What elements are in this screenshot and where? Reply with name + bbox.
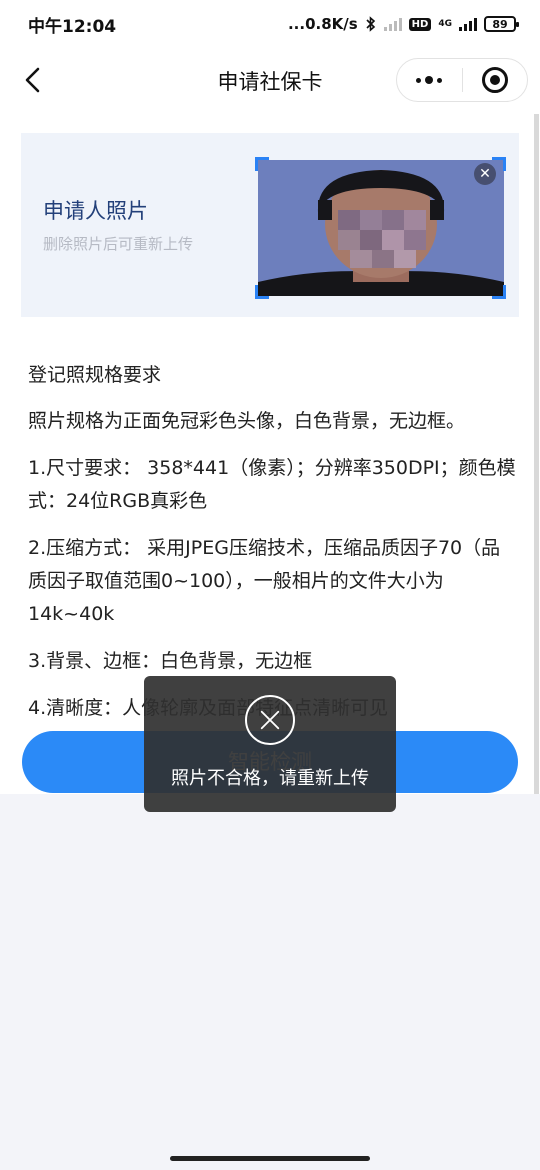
status-bar: 中午12:04 ...0.8K/s HD 4G 89 xyxy=(0,0,540,48)
applicant-photo[interactable] xyxy=(258,160,504,296)
status-time: 中午12:04 xyxy=(28,16,117,37)
close-icon: ✕ xyxy=(479,166,491,182)
bluetooth-icon xyxy=(366,16,375,32)
frame-corner-tl xyxy=(255,157,269,171)
photo-portrait xyxy=(258,160,504,296)
frame-corner-bl xyxy=(255,285,269,299)
toast-message: 照片不合格，请重新上传 xyxy=(171,768,369,789)
scrollbar[interactable] xyxy=(534,114,539,794)
home-indicator[interactable] xyxy=(170,1156,370,1161)
status-right: ...0.8K/s HD 4G 89 xyxy=(287,15,519,33)
photo-hint: 删除照片后可重新上传 xyxy=(43,235,194,253)
target-circle-icon xyxy=(481,67,508,93)
close-circle-icon xyxy=(245,695,295,745)
spec-item: 1.尺寸要求： 358*441（像素）；分辨率350DPI；颜色模式：24位RG… xyxy=(28,457,516,512)
wifi-signal-icon xyxy=(383,17,402,31)
hd-badge: HD xyxy=(408,17,432,31)
network-type: 4G xyxy=(438,18,452,29)
battery-level: 89 xyxy=(492,17,508,31)
spec-item: 2.压缩方式： 采用JPEG压缩技术，压缩品质因子70（品质因子取值范围0~10… xyxy=(28,537,501,625)
cell-signal-icon xyxy=(459,17,477,31)
spec-heading: 登记照规格要求 xyxy=(28,364,162,386)
photo-label: 申请人照片 xyxy=(43,199,148,223)
spec-item: 照片规格为正面免冠彩色头像，白色背景，无边框。 xyxy=(28,410,466,432)
mini-program-capsule xyxy=(396,58,528,102)
spec-item: 3.背景、边框：白色背景，无边框 xyxy=(28,650,313,672)
photo-upload-card: 申请人照片 删除照片后可重新上传 ✕ xyxy=(21,133,519,317)
error-toast: 照片不合格，请重新上传 xyxy=(144,676,396,812)
battery-icon: 89 xyxy=(484,16,519,32)
more-dots-icon xyxy=(416,76,443,84)
delete-photo-button[interactable]: ✕ xyxy=(474,163,496,185)
frame-corner-br xyxy=(492,285,506,299)
more-button[interactable] xyxy=(397,59,462,101)
network-speed: ...0.8K/s xyxy=(287,15,358,33)
main-content: 申请人照片 删除照片后可重新上传 ✕ 登记照规格要求 照片规格为正面免冠彩色头像… xyxy=(0,114,540,812)
close-program-button[interactable] xyxy=(463,59,528,101)
nav-bar: 申请社保卡 xyxy=(0,48,540,114)
